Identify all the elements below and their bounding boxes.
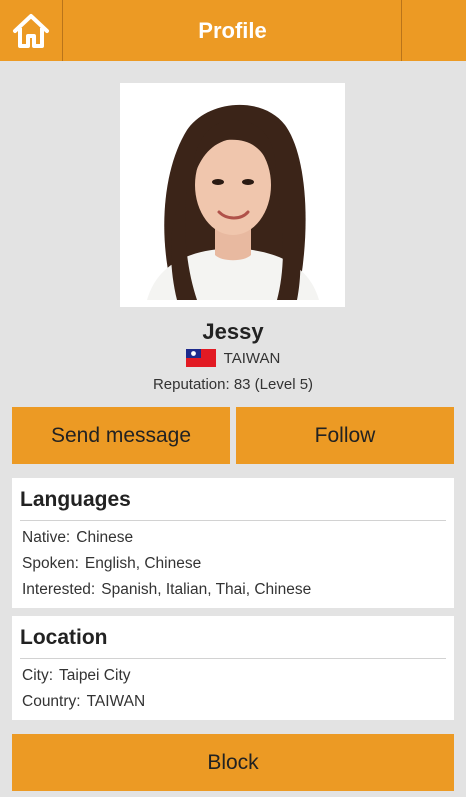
- reputation-text: Reputation: 83 (Level 5): [152, 376, 314, 393]
- language-row-spoken: Spoken: English, Chinese: [22, 555, 202, 572]
- language-row-interested: Interested: Spanish, Italian, Thai, Chine…: [22, 581, 312, 598]
- profile-country: TAIWAN: [0, 348, 466, 368]
- header-right-slot: [401, 0, 466, 61]
- location-card: Location City: Taipei City Country: TAIWAN: [12, 616, 454, 720]
- location-row-city: City: Taipei City: [22, 667, 131, 684]
- avatar: [127, 90, 338, 300]
- location-title: Location: [20, 626, 108, 649]
- send-message-button[interactable]: Send message: [12, 407, 230, 464]
- profile-photo: [120, 83, 345, 307]
- taiwan-flag-icon: [185, 349, 216, 367]
- block-button[interactable]: Block: [12, 734, 454, 791]
- location-row-country: Country: TAIWAN: [22, 693, 146, 710]
- follow-button[interactable]: Follow: [236, 407, 454, 464]
- languages-title: Languages: [20, 488, 131, 511]
- home-button[interactable]: [0, 0, 63, 61]
- language-row-native: Native: Chinese: [22, 529, 134, 546]
- languages-card: Languages Native: Chinese Spoken: English,…: [12, 478, 454, 608]
- profile-name: Jessy: [202, 319, 264, 344]
- home-icon: [13, 13, 49, 48]
- divider: [20, 520, 446, 521]
- country-label: TAIWAN: [223, 349, 281, 367]
- divider: [20, 658, 446, 659]
- top-app-bar: Profile: [0, 0, 466, 61]
- page-title: Profile: [198, 17, 267, 43]
